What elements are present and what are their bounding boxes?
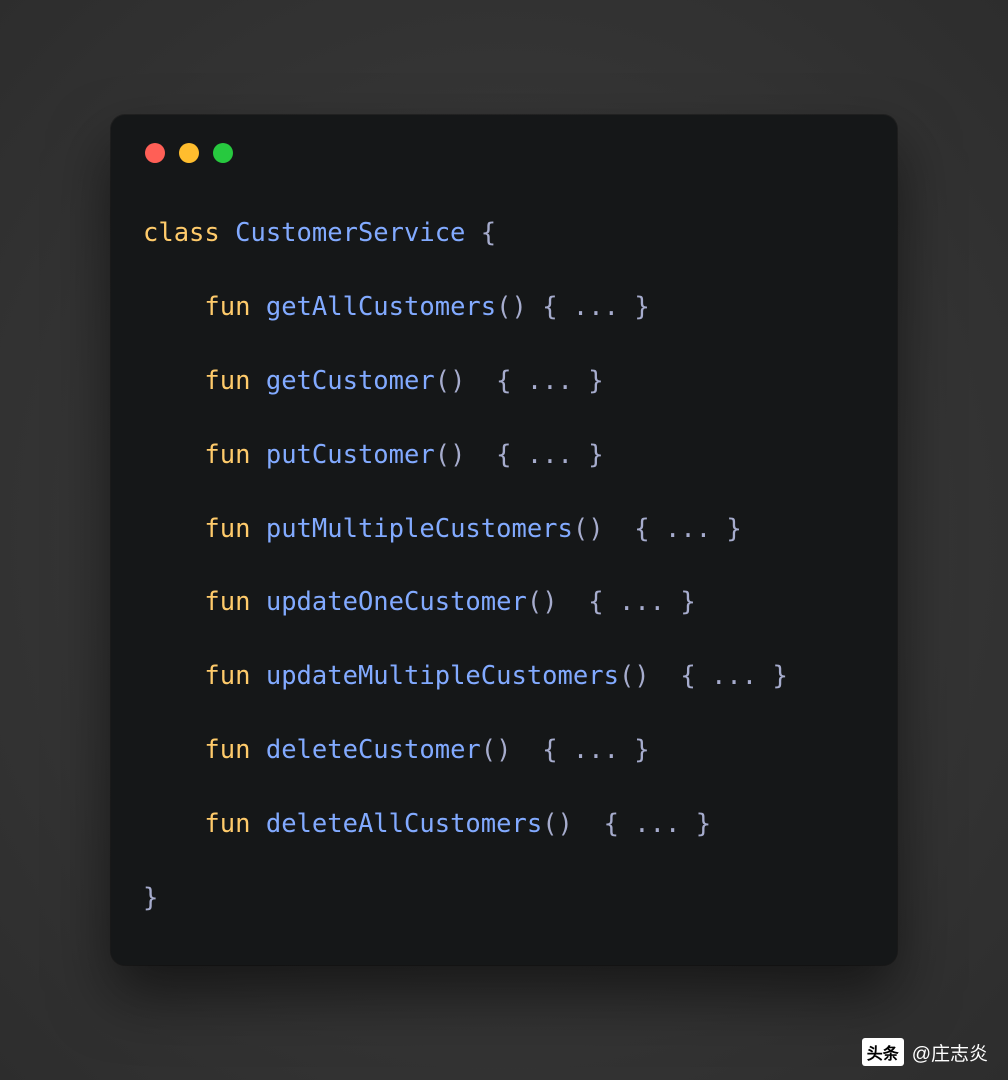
fn-name: putCustomer bbox=[266, 440, 435, 470]
brace-close: } bbox=[143, 883, 158, 913]
fn-parens: () bbox=[481, 735, 527, 765]
maximize-icon[interactable] bbox=[213, 143, 233, 163]
minimize-icon[interactable] bbox=[179, 143, 199, 163]
class-name: CustomerService bbox=[235, 218, 465, 248]
keyword-fun: fun bbox=[204, 587, 250, 617]
fn-name: putMultipleCustomers bbox=[266, 514, 573, 544]
brace-open: { bbox=[465, 218, 496, 248]
keyword-fun: fun bbox=[204, 514, 250, 544]
fn-name: updateOneCustomer bbox=[266, 587, 527, 617]
fn-body: { ... } bbox=[665, 661, 788, 691]
keyword-fun: fun bbox=[204, 809, 250, 839]
fn-body: { ... } bbox=[619, 514, 742, 544]
fn-name: getAllCustomers bbox=[266, 292, 496, 322]
fn-parens: () bbox=[435, 440, 481, 470]
keyword-fun: fun bbox=[204, 661, 250, 691]
code-window: class CustomerService { fun getAllCustom… bbox=[111, 115, 897, 965]
keyword-fun: fun bbox=[204, 735, 250, 765]
keyword-fun: fun bbox=[204, 292, 250, 322]
fn-parens: () bbox=[542, 809, 588, 839]
fn-parens: () bbox=[527, 587, 573, 617]
fn-parens: () bbox=[573, 514, 619, 544]
keyword-fun: fun bbox=[204, 366, 250, 396]
code-block: class CustomerService { fun getAllCustom… bbox=[143, 215, 865, 917]
close-icon[interactable] bbox=[145, 143, 165, 163]
keyword-class: class bbox=[143, 218, 220, 248]
fn-parens: () bbox=[619, 661, 665, 691]
fn-parens: () bbox=[496, 292, 527, 322]
fn-name: getCustomer bbox=[266, 366, 435, 396]
fn-body: { ... } bbox=[481, 440, 604, 470]
fn-body: { ... } bbox=[573, 587, 696, 617]
watermark-text: @庄志炎 bbox=[912, 1039, 988, 1066]
watermark: 头条 @庄志炎 bbox=[862, 1038, 988, 1066]
fn-body: { ... } bbox=[527, 292, 650, 322]
traffic-lights bbox=[145, 143, 865, 163]
fn-parens: () bbox=[435, 366, 481, 396]
fn-name: deleteAllCustomers bbox=[266, 809, 542, 839]
watermark-logo: 头条 bbox=[862, 1038, 904, 1066]
fn-body: { ... } bbox=[481, 366, 604, 396]
fn-body: { ... } bbox=[527, 735, 650, 765]
fn-name: deleteCustomer bbox=[266, 735, 481, 765]
fn-name: updateMultipleCustomers bbox=[266, 661, 619, 691]
keyword-fun: fun bbox=[204, 440, 250, 470]
fn-body: { ... } bbox=[588, 809, 711, 839]
